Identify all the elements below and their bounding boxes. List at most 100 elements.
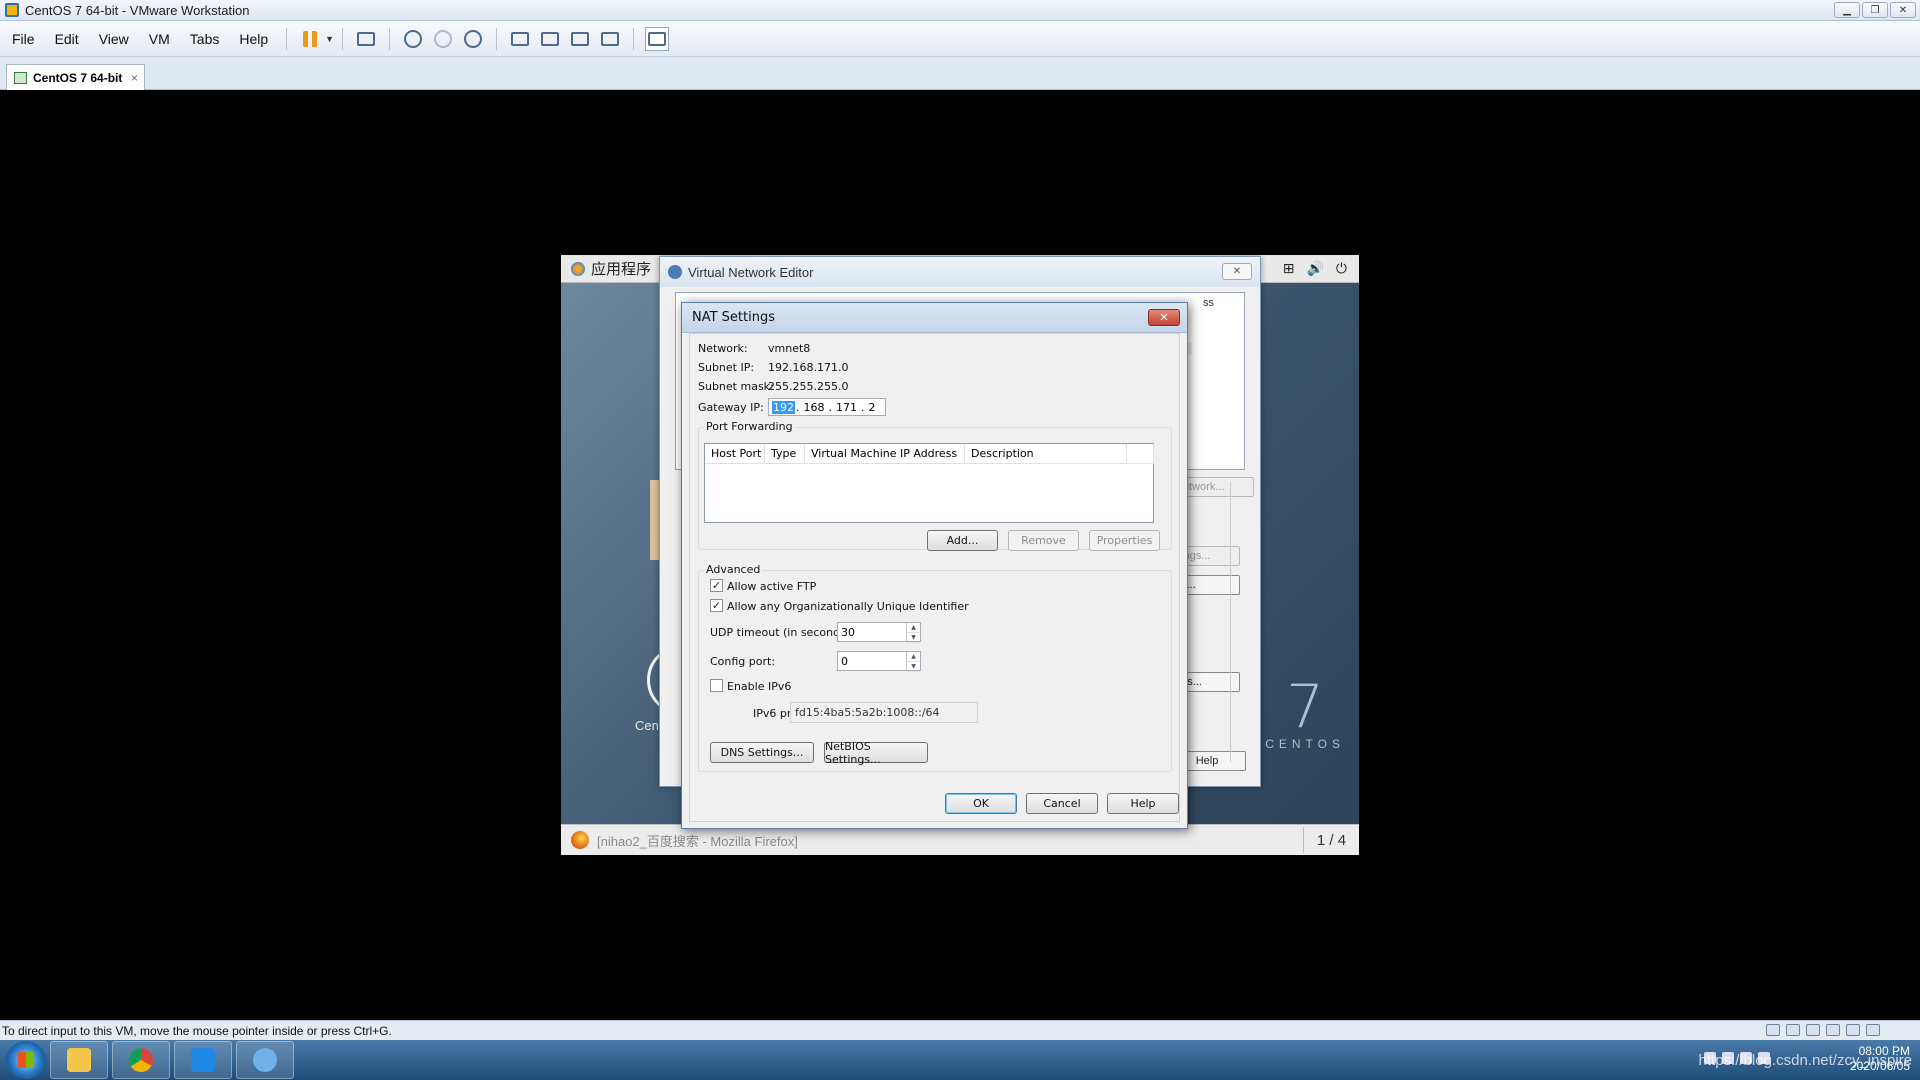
spin-down-icon[interactable]: ▼ [907,662,920,672]
desktop-icon-label[interactable]: Cen [635,718,659,733]
nat-title: NAT Settings [692,310,776,325]
menu-tabs[interactable]: Tabs [180,31,230,47]
tab-close-icon[interactable]: × [131,71,138,85]
volume-icon[interactable]: 🔊 [1306,260,1323,277]
menu-edit[interactable]: Edit [45,31,89,47]
gateway-octet-3[interactable]: 171 [833,401,860,414]
ipv6-prefix-value: fd15:4ba5:5a2b:1008::/64 [795,706,940,719]
port-forwarding-table[interactable]: Host Port Type Virtual Machine IP Addres… [704,443,1154,523]
message-icon[interactable] [1866,1024,1880,1036]
device-icons [1766,1024,1880,1036]
udp-timeout-label: UDP timeout (in seconds): [710,626,854,639]
spin-up-icon[interactable]: ▲ [907,623,920,633]
gateway-octet-4[interactable]: 2 [866,401,879,414]
spin-up-icon[interactable]: ▲ [907,652,920,662]
allow-ftp-label[interactable]: Allow active FTP [727,580,816,593]
taskbar-vmware[interactable] [236,1041,294,1079]
network-adapter-icon[interactable] [1806,1024,1820,1036]
revert-snapshot-icon[interactable] [431,27,455,51]
snapshot-manager-icon[interactable] [461,27,485,51]
taskbar-explorer[interactable] [50,1041,108,1079]
restore-icon[interactable]: ❐ [1862,2,1888,18]
vmware-taskbar-icon [253,1048,277,1072]
snapshot-icon[interactable] [401,27,425,51]
fullscreen-icon[interactable] [568,27,592,51]
column-vm-ip[interactable]: Virtual Machine IP Address [805,444,965,464]
sidebar-icon[interactable] [508,27,532,51]
ipv6-prefix-field[interactable]: fd15:4ba5:5a2b:1008::/64 [790,702,978,723]
unity-icon[interactable] [598,27,622,51]
minimize-icon[interactable]: ▁ [1834,2,1860,18]
nat-close-button[interactable]: ✕ [1148,309,1180,326]
nat-titlebar: NAT Settings [682,303,1187,333]
window-controls: ▁ ❐ ✕ [1834,2,1916,18]
spin-down-icon[interactable]: ▼ [907,633,920,643]
watermark-text: https://blog.csdn.net/zcy_inspire [1698,1052,1912,1069]
cd-drive-icon[interactable] [1786,1024,1800,1036]
network-icon[interactable]: ⊞ [1283,260,1295,277]
config-port-spinner[interactable]: 0 ▲ ▼ [837,651,921,672]
applications-menu[interactable]: 应用程序 [591,258,651,279]
column-type[interactable]: Type [765,444,805,464]
column-host-port[interactable]: Host Port [705,444,765,464]
usb-icon[interactable] [1826,1024,1840,1036]
properties-button[interactable]: Properties [1089,530,1160,551]
port-forwarding-title: Port Forwarding [704,420,795,433]
start-button[interactable] [6,1041,46,1079]
spinner-arrows[interactable]: ▲ ▼ [906,652,920,672]
config-port-label: Config port: [710,655,776,668]
workspace-pager[interactable]: 1 / 4 [1303,827,1359,853]
console-view-icon[interactable] [645,26,670,51]
vne-list-header: ss [1203,297,1214,309]
taskbar-phone-app[interactable] [174,1041,232,1079]
sound-icon[interactable] [1846,1024,1860,1036]
ok-button[interactable]: OK [945,793,1017,814]
menu-file[interactable]: File [2,31,45,47]
add-button[interactable]: Add... [927,530,998,551]
remove-button[interactable]: Remove [1008,530,1079,551]
config-port-value[interactable]: 0 [841,655,848,668]
centos-version-number: 7 [1286,672,1325,742]
spinner-arrows[interactable]: ▲ ▼ [906,623,920,643]
vne-close-button[interactable]: ✕ [1222,263,1252,280]
allow-ftp-checkbox[interactable]: ✓ [710,579,723,592]
cancel-button[interactable]: Cancel [1026,793,1098,814]
vne-help-button-label: Help [1195,755,1219,767]
vne-titlebar: Virtual Network Editor [660,257,1260,287]
pause-icon[interactable] [298,27,322,51]
allow-oui-checkbox[interactable]: ✓ [710,599,723,612]
dns-settings-button[interactable]: DNS Settings... [710,742,814,763]
netbios-settings-button[interactable]: NetBIOS Settings... [824,740,928,766]
vm-tab-icon [14,71,27,84]
allow-oui-label[interactable]: Allow any Organizationally Unique Identi… [727,600,969,613]
tab-centos[interactable]: CentOS 7 64-bit × [6,64,145,90]
windows-taskbar: 08:00 PM 2020/06/05 [0,1040,1920,1080]
menu-help[interactable]: Help [229,31,278,47]
gateway-octet-1[interactable]: 192 [772,400,795,414]
network-editor-icon [668,265,682,279]
toolbar-separator [633,27,635,50]
firefox-icon[interactable] [571,831,589,849]
power-icon[interactable]: ⏻ [1336,260,1347,277]
menu-view[interactable]: View [89,31,139,47]
dropdown-icon[interactable]: ▼ [325,34,334,44]
enable-ipv6-label[interactable]: Enable IPv6 [727,680,791,693]
tab-label: CentOS 7 64-bit [33,70,123,85]
menu-vm[interactable]: VM [139,31,180,47]
taskbar-chrome[interactable] [112,1041,170,1079]
send-keys-icon[interactable] [354,27,378,51]
close-icon[interactable]: ✕ [1890,2,1916,18]
status-bar: To direct input to this VM, move the mou… [0,1020,1920,1040]
udp-timeout-value[interactable]: 30 [841,626,855,639]
gateway-octet-2[interactable]: 168 [801,401,828,414]
hard-disk-icon[interactable] [1766,1024,1780,1036]
thumbnail-icon[interactable] [538,27,562,51]
udp-timeout-spinner[interactable]: 30 ▲ ▼ [837,622,921,643]
applications-icon[interactable] [571,261,585,276]
column-description[interactable]: Description [965,444,1127,464]
help-button[interactable]: Help [1107,793,1179,814]
subnet-ip-label: Subnet IP: [698,361,755,374]
gateway-ip-field[interactable]: 192 . 168 . 171 . 2 [768,398,886,416]
window-list-item-firefox[interactable]: [nihao2_百度搜索 - Mozilla Firefox] [597,831,798,850]
enable-ipv6-checkbox[interactable] [710,679,723,692]
